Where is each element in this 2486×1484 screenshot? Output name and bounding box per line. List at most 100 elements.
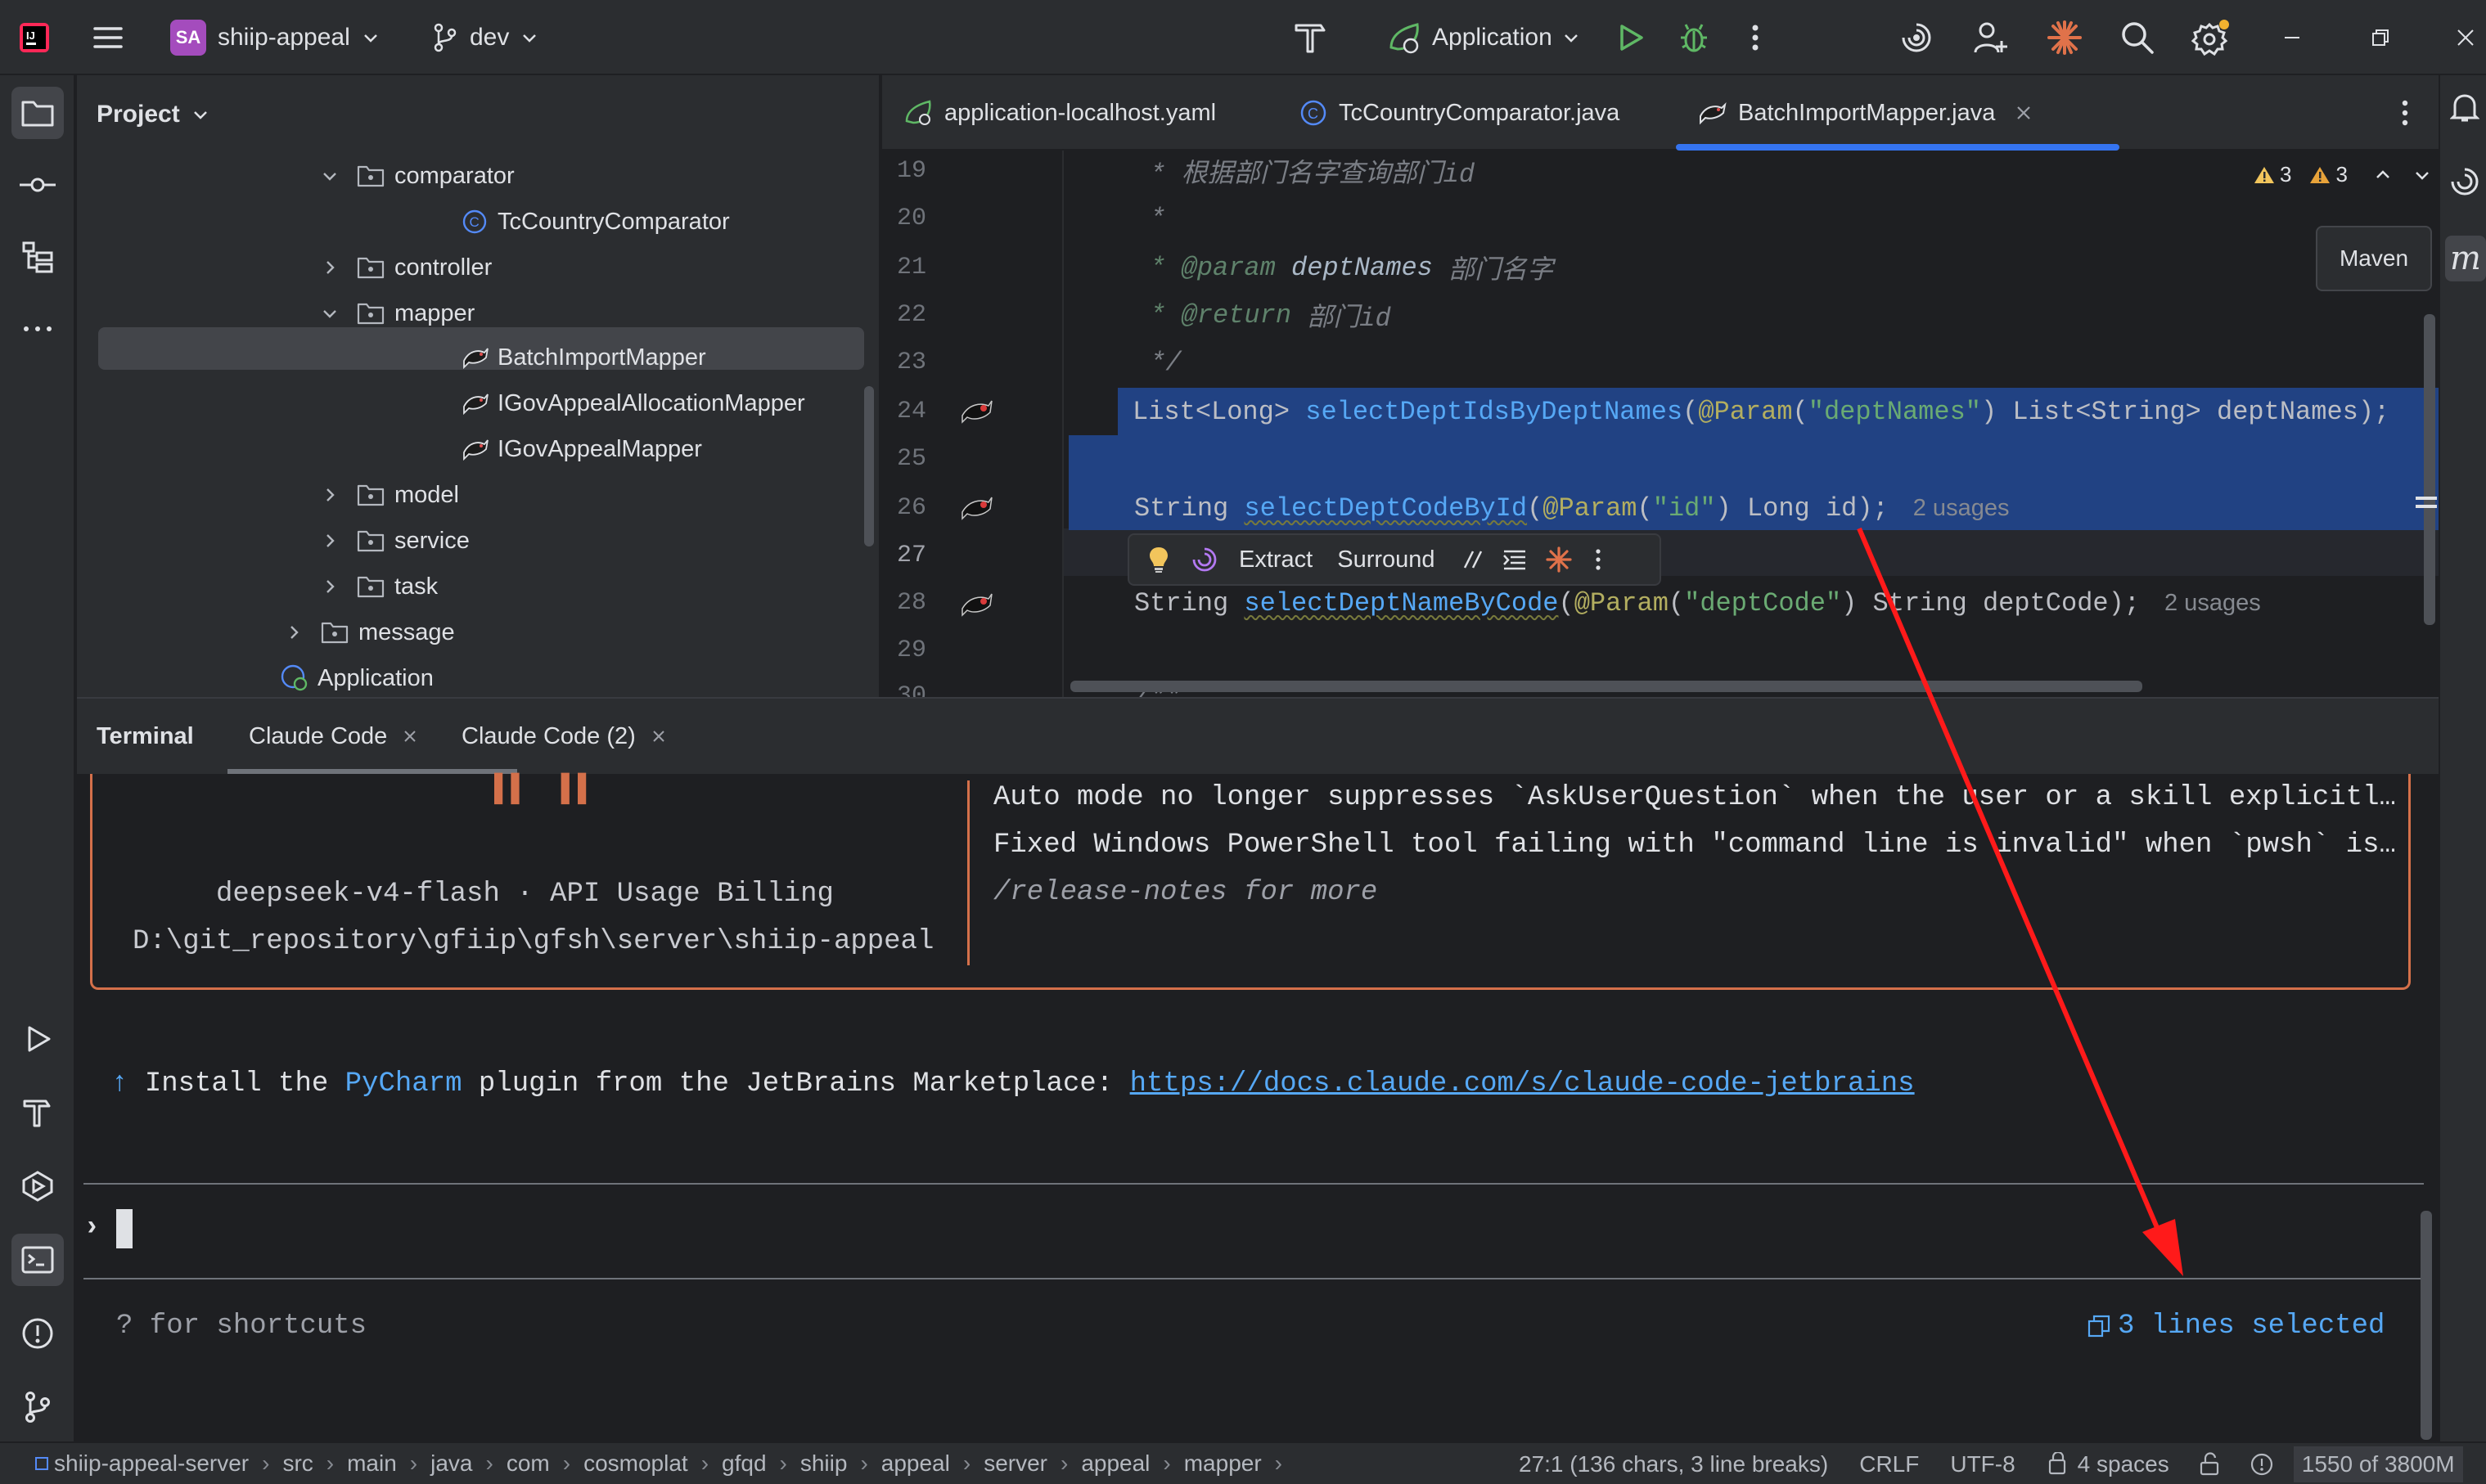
branch-switcher[interactable]: dev [432, 0, 538, 75]
commit-tool-button[interactable] [11, 159, 64, 211]
chevron-down-icon[interactable] [2413, 166, 2431, 184]
mybatis-gutter-icon[interactable] [959, 398, 995, 425]
line-number[interactable]: 19 [882, 157, 926, 185]
breadcrumb-item[interactable]: java › [430, 1450, 507, 1477]
breadcrumb-item[interactable]: mapper › [1184, 1450, 1295, 1477]
line-number[interactable]: 22 [882, 301, 926, 329]
selection-indicator[interactable]: 3 lines selected [2087, 1311, 2385, 1342]
editor-scrollbar[interactable] [2424, 314, 2435, 625]
editor-tabs-more-icon[interactable] [2399, 97, 2411, 129]
plugin-docs-link[interactable]: https://docs.claude.com/s/claude-code-je… [1130, 1068, 1915, 1100]
app-logo-icon[interactable]: IJ [18, 0, 51, 75]
chevron-up-icon[interactable] [2374, 166, 2392, 184]
build-hammer-icon[interactable] [1291, 0, 1329, 75]
services-tool-button[interactable] [11, 1160, 64, 1212]
reformat-icon[interactable] [1502, 548, 1527, 571]
mybatis-gutter-icon[interactable] [959, 591, 995, 618]
line-separator[interactable]: CRLF [1859, 1451, 1919, 1477]
mybatis-gutter-icon[interactable] [959, 494, 995, 522]
close-icon[interactable] [2015, 104, 2033, 122]
tree-item-batchimportmapper[interactable]: BatchImportMapper [462, 335, 706, 380]
main-menu-icon[interactable] [92, 0, 124, 75]
line-number[interactable]: 29 [882, 636, 926, 664]
close-window-icon[interactable] [2453, 0, 2478, 75]
surround-action[interactable]: Surround [1337, 546, 1434, 573]
tree-item-controller[interactable]: controller [321, 245, 492, 290]
tab-terminal[interactable]: Terminal [97, 699, 194, 774]
breadcrumb-item[interactable]: cosmoplat › [583, 1450, 722, 1477]
minimize-window-icon[interactable] [2280, 0, 2304, 75]
more-actions-icon[interactable] [1594, 547, 1602, 572]
line-number[interactable]: 21 [882, 254, 926, 281]
terminal-tool-button[interactable] [11, 1234, 64, 1286]
notifications-bell-icon[interactable] [2448, 92, 2481, 124]
ai-chat-icon[interactable] [2448, 165, 2481, 198]
tree-item-model[interactable]: model [321, 473, 459, 517]
chevron-down-icon[interactable] [321, 167, 339, 185]
breadcrumb-item[interactable]: appeal › [881, 1450, 984, 1477]
tab-claude-code[interactable]: Claude Code [249, 699, 418, 774]
project-tool-button[interactable] [11, 87, 64, 139]
tree-item-task[interactable]: task [321, 564, 438, 609]
code-line-26[interactable]: String selectDeptCodeById(@Param("id") L… [1134, 484, 2009, 532]
inspection-widget[interactable]: 3 3 [2254, 162, 2431, 187]
editor-horizontal-scrollbar[interactable] [1070, 681, 2142, 692]
chevron-right-icon[interactable] [321, 259, 339, 277]
chevron-right-icon[interactable] [321, 578, 339, 596]
tree-item-application[interactable]: Application [280, 656, 434, 697]
breadcrumb-item[interactable]: main › [347, 1450, 430, 1477]
method-name[interactable]: selectDeptIdsByDeptNames [1305, 397, 1682, 427]
search-icon[interactable] [2119, 0, 2155, 75]
tab-tccountrycomparator-java[interactable]: C TcCountryComparator.java [1299, 75, 1619, 151]
line-number[interactable]: 30 [882, 682, 926, 697]
usages-hint[interactable]: 2 usages [2164, 590, 2261, 617]
ai-assistant-icon[interactable] [1898, 0, 1934, 75]
tree-item-comparator[interactable]: comparator [321, 154, 515, 198]
maven-tool-button[interactable]: m [2445, 236, 2486, 281]
input-cursor[interactable] [116, 1209, 133, 1248]
tree-item-tccountrycomparator[interactable]: C TcCountryComparator [462, 200, 730, 244]
run-button[interactable] [1614, 0, 1646, 75]
comment-toggle-icon[interactable] [1461, 548, 1484, 571]
restore-window-icon[interactable] [2368, 0, 2393, 75]
debug-button[interactable] [1676, 0, 1712, 75]
line-number[interactable]: 20 [882, 205, 926, 232]
project-switcher[interactable]: SA shiip-appeal [170, 0, 380, 75]
tree-item-igovappealallocationmapper[interactable]: IGovAppealAllocationMapper [462, 381, 805, 425]
code-line-24[interactable]: List<Long> selectDeptIdsByDeptNames(@Par… [1133, 388, 2389, 435]
breadcrumb-item[interactable]: shiip-appeal-server › [34, 1450, 282, 1477]
breadcrumb-item[interactable]: server › [984, 1450, 1081, 1477]
memory-indicator[interactable]: 1550 of 3800M [2293, 1446, 2463, 1482]
ai-assistant-icon[interactable] [1191, 546, 1218, 573]
claude-icon[interactable] [2046, 0, 2083, 75]
chevron-right-icon[interactable] [321, 486, 339, 504]
method-name[interactable]: selectDeptNameByCode [1244, 588, 1558, 618]
problems-icon[interactable] [2250, 1452, 2274, 1477]
breadcrumb-item[interactable]: shiip › [800, 1450, 881, 1477]
line-number[interactable]: 23 [882, 349, 926, 376]
run-config-selector[interactable]: Application [1386, 0, 1580, 75]
claude-icon[interactable] [1545, 546, 1573, 573]
line-number[interactable]: 25 [882, 445, 926, 473]
caret-position[interactable]: 27:1 (136 chars, 3 line breaks) [1519, 1451, 1828, 1477]
chevron-right-icon[interactable] [285, 623, 303, 641]
line-number[interactable]: 28 [882, 589, 926, 617]
breadcrumb-item[interactable]: gfqd › [722, 1450, 800, 1477]
tab-application-localhost-yaml[interactable]: application-localhost.yaml [903, 75, 1216, 151]
tab-claude-code-2[interactable]: Claude Code (2) [462, 699, 667, 774]
more-actions-icon[interactable] [1750, 0, 1761, 75]
line-number[interactable]: 27 [882, 542, 926, 569]
chevron-right-icon[interactable] [321, 532, 339, 550]
breadcrumb-item[interactable]: src › [282, 1450, 347, 1477]
structure-tool-button[interactable] [11, 231, 64, 283]
breadcrumb-item[interactable]: appeal › [1081, 1450, 1183, 1477]
extract-action[interactable]: Extract [1239, 546, 1313, 573]
tree-item-service[interactable]: service [321, 519, 470, 563]
lightbulb-icon[interactable] [1147, 545, 1170, 574]
tab-batchimportmapper-java[interactable]: BatchImportMapper.java [1697, 75, 2033, 151]
file-encoding[interactable]: UTF-8 [1950, 1451, 2015, 1477]
project-scrollbar[interactable] [864, 386, 874, 546]
breadcrumb-item[interactable]: com › [507, 1450, 583, 1477]
close-icon[interactable] [651, 728, 667, 744]
line-number[interactable]: 24 [882, 398, 926, 425]
